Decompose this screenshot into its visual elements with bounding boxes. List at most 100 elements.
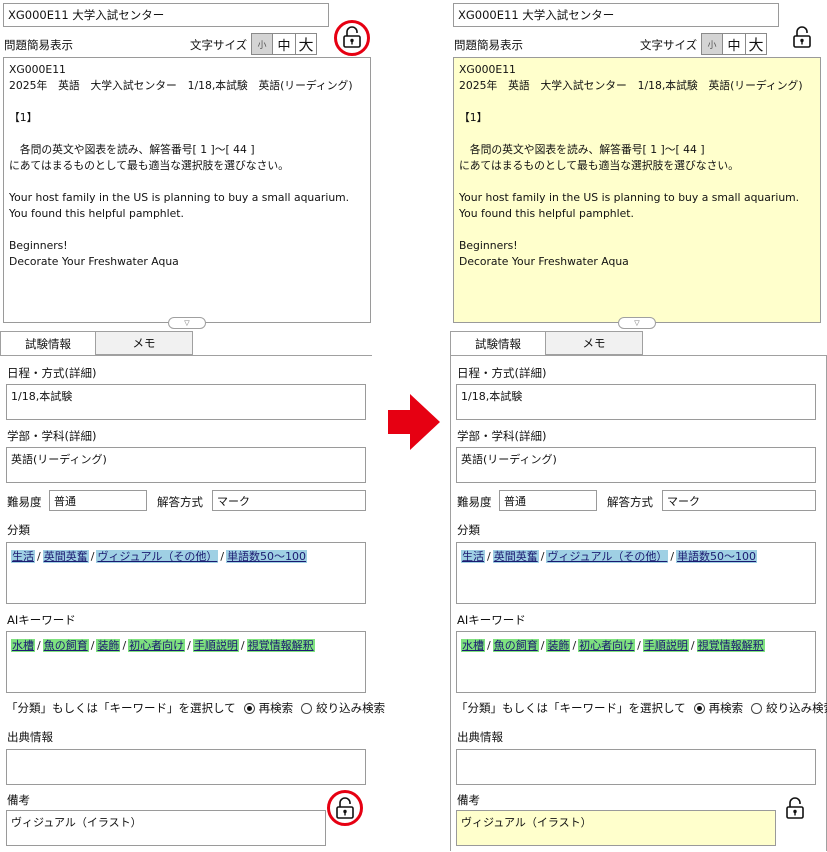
title-field[interactable]: XG000E11 大学入試センター: [3, 3, 329, 27]
question-line: [459, 126, 815, 142]
department-field[interactable]: 英語(リーディング): [6, 447, 366, 483]
search-mode-row: 「分類」もしくは「キーワード」を選択して 再検索 絞り込み検索: [456, 700, 827, 716]
keyword-tag[interactable]: 手順説明: [192, 639, 239, 652]
radio-narrow-label[interactable]: 絞り込み検索: [766, 700, 827, 716]
source-field[interactable]: [6, 749, 366, 785]
ai-keyword-tags: 水槽 / 魚の飼育 / 装飾 / 初心者向け / 手順説明 / 視覚情報解釈: [6, 631, 366, 693]
keyword-tag[interactable]: 水槽: [461, 639, 485, 652]
question-line: 【1】: [459, 111, 488, 124]
category-tag[interactable]: 生活: [11, 550, 35, 563]
keyword-tag[interactable]: 装飾: [96, 639, 121, 652]
font-size-large-button[interactable]: 大: [745, 33, 767, 55]
source-field[interactable]: [456, 749, 816, 785]
question-text-area[interactable]: XG000E11 2025年 英語 大学入試センター 1/18,本試験 英語(リ…: [453, 57, 821, 323]
tab-exam-info[interactable]: 試験情報: [0, 331, 96, 356]
font-size-medium-button[interactable]: 中: [722, 33, 746, 55]
question-line: [459, 174, 815, 190]
question-line: 2025年 英語 大学入試センター 1/18,本試験 英語(リーディング): [459, 79, 803, 92]
remarks-field[interactable]: ヴィジュアル（イラスト）: [456, 810, 776, 846]
unlock-icon[interactable]: [791, 25, 813, 49]
radio-research[interactable]: [243, 702, 255, 714]
department-label: 学部・学科(詳細): [457, 429, 547, 443]
question-line: [459, 94, 815, 110]
department-label: 学部・学科(詳細): [7, 429, 97, 443]
keyword-tag[interactable]: 装飾: [546, 639, 571, 652]
category-tag[interactable]: 英間英奮: [492, 550, 539, 563]
answer-method-field[interactable]: マーク: [662, 490, 816, 511]
font-size-buttons: 小 中 大: [251, 33, 317, 55]
question-line: 【1】: [9, 111, 38, 124]
search-hint: 「分類」もしくは「キーワード」を選択して: [456, 701, 686, 715]
font-size-small-button[interactable]: 小: [701, 33, 723, 55]
schedule-field[interactable]: 1/18,本試験: [456, 384, 816, 420]
font-size-large-button[interactable]: 大: [295, 33, 317, 55]
source-label: 出典情報: [457, 730, 503, 744]
font-size-buttons: 小 中 大: [701, 33, 767, 55]
question-line: Your host family in the US is planning t…: [9, 191, 350, 220]
schedule-field[interactable]: 1/18,本試験: [6, 384, 366, 420]
difficulty-label: 難易度: [7, 495, 42, 509]
difficulty-label: 難易度: [457, 495, 492, 509]
radio-narrow[interactable]: [301, 702, 313, 714]
ai-keyword-label: AIキーワード: [457, 613, 526, 627]
splitter-handle[interactable]: ▽: [618, 317, 656, 329]
keyword-tag[interactable]: 魚の飼育: [492, 639, 539, 652]
radio-narrow-label[interactable]: 絞り込み検索: [316, 700, 385, 716]
title-field[interactable]: XG000E11 大学入試センター: [453, 3, 779, 27]
panel-before: XG000E11 大学入試センター 問題簡易表示 文字サイズ 小 中 大 XG0…: [0, 0, 385, 851]
answer-method-label: 解答方式: [607, 495, 653, 509]
answer-method-label: 解答方式: [157, 495, 203, 509]
question-line: 各問の英文や図表を読み、解答番号[ 1 ]〜[ 44 ]: [459, 143, 705, 156]
schedule-label: 日程・方式(詳細): [7, 366, 97, 380]
department-field[interactable]: 英語(リーディング): [456, 447, 816, 483]
font-size-label: 文字サイズ: [190, 38, 248, 52]
keyword-tag[interactable]: 手順説明: [642, 639, 689, 652]
difficulty-field[interactable]: 普通: [49, 490, 147, 511]
radio-research[interactable]: [693, 702, 705, 714]
search-hint: 「分類」もしくは「キーワード」を選択して: [6, 701, 236, 715]
question-line: にあてはまるものとして最も適当な選択肢を選びなさい。: [9, 159, 289, 172]
keyword-tag[interactable]: 初心者向け: [578, 639, 636, 652]
font-size-small-button[interactable]: 小: [251, 33, 273, 55]
question-text-area[interactable]: XG000E11 2025年 英語 大学入試センター 1/18,本試験 英語(リ…: [3, 57, 371, 323]
answer-method-field[interactable]: マーク: [212, 490, 366, 511]
question-simple-label: 問題簡易表示: [454, 38, 523, 52]
question-line: Decorate Your Freshwater Aqua: [9, 255, 179, 268]
tab-memo[interactable]: メモ: [95, 331, 193, 355]
font-size-label: 文字サイズ: [640, 38, 698, 52]
radio-research-label[interactable]: 再検索: [259, 700, 294, 716]
question-line: XG000E11: [459, 63, 516, 76]
remarks-label: 備考: [457, 793, 480, 807]
remarks-field[interactable]: ヴィジュアル（イラスト）: [6, 810, 326, 846]
question-line: Beginners!: [9, 239, 68, 252]
question-line: XG000E11: [9, 63, 66, 76]
radio-narrow[interactable]: [751, 702, 763, 714]
category-tag[interactable]: 単語数50〜100: [226, 550, 308, 563]
keyword-tag[interactable]: 魚の飼育: [42, 639, 89, 652]
keyword-tag[interactable]: 初心者向け: [128, 639, 186, 652]
chevron-down-icon: ▽: [184, 318, 190, 327]
chevron-down-icon: ▽: [634, 318, 640, 327]
ai-keyword-label: AIキーワード: [7, 613, 76, 627]
unlock-icon[interactable]: [784, 796, 806, 820]
category-tag[interactable]: 生活: [461, 550, 485, 563]
category-tag[interactable]: 英間英奮: [42, 550, 89, 563]
category-label: 分類: [7, 523, 30, 537]
font-size-medium-button[interactable]: 中: [272, 33, 296, 55]
category-tag[interactable]: ヴィジュアル（その他）: [546, 550, 669, 563]
category-tags: 生活 / 英間英奮 / ヴィジュアル（その他） / 単語数50〜100: [6, 542, 366, 604]
radio-research-label[interactable]: 再検索: [709, 700, 744, 716]
keyword-tag[interactable]: 水槽: [11, 639, 35, 652]
category-tags: 生活 / 英間英奮 / ヴィジュアル（その他） / 単語数50〜100: [456, 542, 816, 604]
keyword-tag[interactable]: 視覚情報解釈: [696, 639, 765, 652]
highlight-circle: [334, 20, 370, 56]
category-tag[interactable]: ヴィジュアル（その他）: [96, 550, 219, 563]
tab-memo[interactable]: メモ: [545, 331, 643, 355]
question-line: [9, 94, 365, 110]
difficulty-field[interactable]: 普通: [499, 490, 597, 511]
tab-exam-info[interactable]: 試験情報: [450, 331, 546, 356]
question-line: [459, 222, 815, 238]
category-tag[interactable]: 単語数50〜100: [676, 550, 758, 563]
splitter-handle[interactable]: ▽: [168, 317, 206, 329]
keyword-tag[interactable]: 視覚情報解釈: [246, 639, 315, 652]
